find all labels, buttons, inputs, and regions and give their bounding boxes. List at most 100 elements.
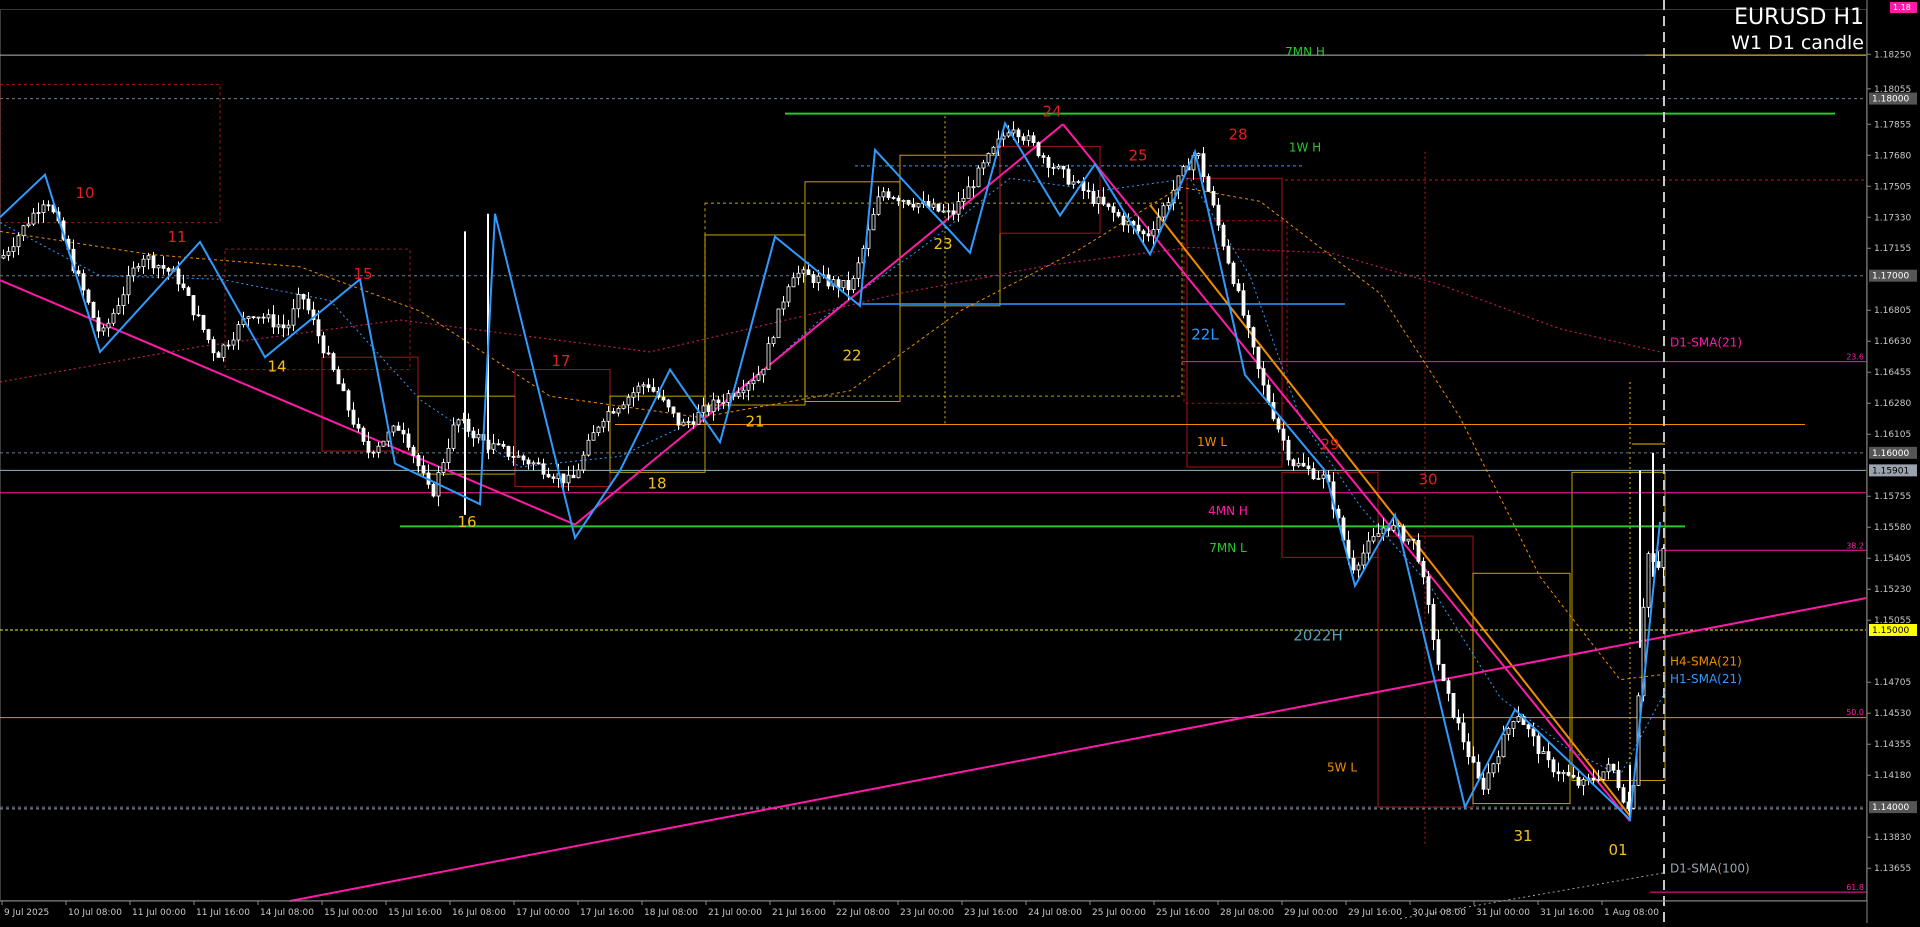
candle	[181, 274, 186, 291]
price-tick-label: 1.17155	[1874, 244, 1911, 254]
candle	[506, 445, 511, 461]
price-chart[interactable]: 10 11 14 15 16 17 18 21 22 23 24 25 28 22L 29 30 31 01 7MN…	[0, 0, 1920, 923]
candle	[681, 418, 686, 426]
candle-body	[11, 246, 16, 252]
candle-body	[776, 308, 781, 339]
candle-body	[356, 423, 361, 429]
chart-window[interactable]: 10 11 14 15 16 17 18 21 22 23 24 25 28 22L 29 30 31 01 7MN…	[0, 0, 1920, 923]
wave-label: 23	[933, 235, 952, 253]
candle-body	[881, 191, 886, 198]
candle-body	[1391, 524, 1396, 531]
candle	[1216, 197, 1221, 231]
candle-body	[576, 469, 581, 479]
candle-body	[1481, 777, 1486, 790]
candle	[851, 276, 856, 294]
candle-body	[641, 384, 646, 387]
candle-body	[1116, 211, 1121, 217]
candle-body	[1251, 327, 1256, 348]
candle	[1201, 147, 1206, 183]
time-tick-label: 15 Jul 16:00	[388, 908, 442, 918]
candle-body	[1511, 721, 1516, 729]
candle	[581, 451, 586, 474]
candle	[416, 453, 421, 473]
candle	[291, 299, 296, 331]
candle-body	[91, 301, 96, 319]
wave-label: 24	[1042, 102, 1061, 120]
top-price-tag-label: 1.18	[1893, 3, 1911, 12]
candle	[651, 378, 656, 393]
candle-body	[296, 294, 301, 310]
candle-body	[211, 339, 216, 354]
time-tick-label: 23 Jul 00:00	[900, 908, 954, 918]
wave-label: 22	[842, 347, 861, 365]
candle-body	[691, 421, 696, 425]
candle	[886, 187, 891, 201]
candle-body	[596, 426, 601, 434]
candle-body	[96, 317, 101, 332]
candle	[516, 450, 521, 458]
candle-body	[301, 294, 306, 300]
wave-label: 18	[647, 474, 666, 492]
time-tick-label: 25 Jul 00:00	[1092, 908, 1146, 918]
candle-body	[716, 399, 721, 404]
candle	[1451, 692, 1456, 720]
candle-body	[1231, 262, 1236, 285]
candle-body	[1566, 772, 1571, 776]
candle-body	[501, 444, 506, 447]
candle-body	[626, 396, 631, 406]
candle-body	[651, 387, 656, 392]
candle-body	[136, 266, 141, 269]
candle	[1031, 132, 1036, 146]
candle-body	[1296, 462, 1301, 467]
candle	[501, 440, 506, 449]
candle-body	[26, 223, 31, 227]
candle-body	[506, 445, 511, 457]
candle	[1611, 763, 1616, 774]
candle-body	[941, 210, 946, 213]
candle-body	[1416, 539, 1421, 562]
candle-body	[1551, 759, 1556, 773]
candle	[766, 336, 771, 370]
zone-box	[1571, 471, 1666, 782]
candle	[1211, 186, 1216, 208]
wave-label: 30	[1418, 471, 1437, 489]
candle-body	[1161, 205, 1166, 218]
candle	[1431, 598, 1436, 651]
candle-body	[516, 455, 521, 458]
candle	[286, 319, 291, 336]
price-tag-label: 1.16000	[1872, 449, 1909, 459]
candle-body	[666, 399, 671, 408]
level-label: 5W L	[1327, 761, 1357, 775]
candle-body	[341, 383, 346, 392]
candle	[1616, 761, 1621, 791]
candle-body	[261, 316, 266, 319]
candle	[771, 335, 776, 347]
candle-body	[406, 433, 411, 448]
candle-body	[981, 162, 986, 169]
candle	[1121, 212, 1126, 232]
candle	[1241, 283, 1246, 319]
candle	[916, 202, 921, 214]
candle	[1016, 127, 1021, 144]
candle	[216, 351, 221, 358]
candle-body	[1546, 751, 1551, 761]
candle-body	[86, 289, 91, 303]
candle-body	[1421, 560, 1426, 578]
candle-body	[1211, 190, 1216, 206]
candle	[1491, 762, 1496, 778]
candle	[786, 284, 791, 308]
candle	[101, 324, 106, 336]
candle-body	[946, 210, 951, 213]
candle-body	[936, 203, 941, 212]
candle-body	[1476, 761, 1481, 779]
candle-body	[876, 196, 881, 215]
candle	[1111, 203, 1116, 222]
zone-box	[704, 234, 806, 406]
price-tag-label: 1.17000	[1872, 272, 1909, 282]
candle-body	[421, 465, 426, 474]
level-label: 7MN L	[1209, 541, 1247, 555]
time-tick-label: 30 Jul 08:00	[1412, 908, 1466, 918]
candle	[281, 314, 286, 338]
candle	[136, 263, 141, 272]
candle-body	[766, 343, 771, 370]
